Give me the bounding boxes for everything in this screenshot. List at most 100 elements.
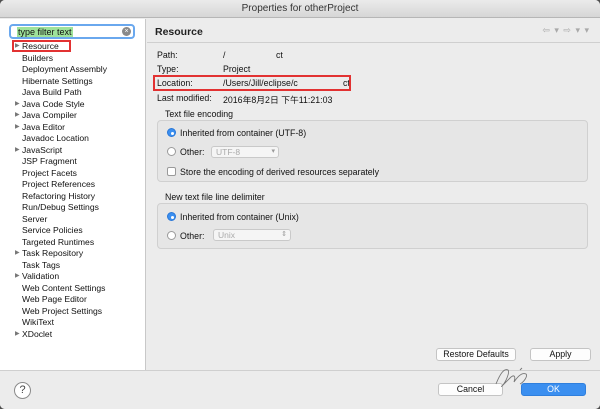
resource-highlight-box bbox=[12, 40, 71, 52]
tree-item[interactable]: JSP Fragment bbox=[0, 156, 146, 168]
expand-arrow-icon[interactable]: ▶ bbox=[15, 145, 20, 157]
tree-item[interactable]: Hibernate Settings bbox=[0, 76, 146, 88]
tree-item[interactable]: ▶ Java Code Style bbox=[0, 99, 146, 111]
encoding-inherited-radio[interactable] bbox=[167, 128, 176, 137]
tree-item-label: Hibernate Settings bbox=[22, 75, 93, 86]
restore-defaults-button[interactable]: Restore Defaults bbox=[436, 348, 516, 361]
tree-item-label: Java Editor bbox=[22, 121, 65, 132]
page-title: Resource bbox=[155, 26, 203, 38]
tree-item-label: XDoclet bbox=[22, 328, 53, 339]
type-row: Type: Project bbox=[147, 64, 600, 75]
modified-value: 2016年8月2日 下午11:21:03 bbox=[223, 95, 333, 105]
signature-watermark bbox=[495, 367, 527, 387]
tree-item[interactable]: WikiText bbox=[0, 317, 146, 329]
tree-item-label: Service Policies bbox=[22, 225, 83, 235]
tree-item-label: Java Compiler bbox=[22, 110, 77, 120]
preferences-tree-pane: type filter text × ▶ Resource Builders Depl… bbox=[0, 19, 146, 370]
modified-row: Last modified: 2016年8月2日 下午11:21:03 bbox=[147, 93, 600, 105]
tree-item[interactable]: Deployment Assembly bbox=[0, 64, 146, 76]
history-nav-icons[interactable]: ⇦ ▾ ⇨ ▾ ▾ bbox=[542, 25, 590, 36]
expand-arrow-icon[interactable]: ▶ bbox=[15, 329, 20, 341]
preferences-tree: ▶ Resource Builders Deployment Assembly Hibe… bbox=[0, 41, 146, 340]
type-value: Project bbox=[223, 64, 251, 74]
apply-button[interactable]: Apply bbox=[530, 348, 591, 361]
tree-item[interactable]: ▶ JavaScript bbox=[0, 145, 146, 157]
tree-item[interactable]: Web Project Settings bbox=[0, 306, 146, 318]
encoding-other-radio[interactable] bbox=[167, 147, 176, 156]
tree-item-label: Web Project Settings bbox=[22, 305, 103, 316]
expand-arrow-icon[interactable]: ▶ bbox=[15, 248, 20, 260]
store-encoding-label: Store the encoding of derived resources … bbox=[180, 167, 380, 177]
properties-dialog: Properties for otherProject type filter … bbox=[0, 0, 600, 409]
filter-input[interactable]: type filter text × bbox=[9, 24, 135, 39]
tree-item[interactable]: ▶ Java Compiler bbox=[0, 110, 146, 122]
clear-filter-icon[interactable]: × bbox=[122, 27, 131, 36]
tree-item-label: Targeted Runtimes bbox=[22, 236, 95, 247]
tree-item[interactable]: ▶ Task Repository bbox=[0, 248, 146, 260]
resource-page: Resource ⇦ ▾ ⇨ ▾ ▾ Path: / ct Type: Proj… bbox=[147, 19, 600, 370]
tree-item-label: Builders bbox=[22, 52, 54, 63]
type-label: Type: bbox=[157, 64, 179, 74]
expand-arrow-icon[interactable]: ▶ bbox=[15, 122, 20, 134]
tree-item[interactable]: Java Build Path bbox=[0, 87, 146, 99]
tree-item[interactable]: ▶ Java Editor bbox=[0, 122, 146, 134]
tree-item[interactable]: Project Facets bbox=[0, 168, 146, 180]
tree-item[interactable]: Server bbox=[0, 214, 146, 226]
tree-item[interactable]: Web Page Editor bbox=[0, 294, 146, 306]
path-value-end: ct bbox=[276, 50, 283, 60]
delimiter-other-label: Other: bbox=[180, 231, 205, 241]
expand-arrow-icon[interactable]: ▶ bbox=[15, 271, 20, 283]
tree-item[interactable]: Web Content Settings bbox=[0, 283, 146, 295]
encoding-other-label: Other: bbox=[180, 147, 205, 157]
tree-item[interactable]: Run/Debug Settings bbox=[0, 202, 146, 214]
delimiter-inherited-label: Inherited from container (Unix) bbox=[180, 212, 299, 222]
encoding-group-title: Text file encoding bbox=[165, 109, 233, 119]
tree-item-label: Web Content Settings bbox=[22, 282, 106, 293]
tree-item-label: Refactoring History bbox=[22, 190, 96, 201]
modified-label: Last modified: bbox=[157, 93, 212, 103]
store-encoding-checkbox[interactable] bbox=[167, 167, 176, 176]
tree-item-label: Javadoc Location bbox=[22, 133, 89, 143]
delimiter-other-radio[interactable] bbox=[167, 231, 176, 240]
delimiter-group-title: New text file line delimiter bbox=[165, 192, 265, 202]
window-title: Properties for otherProject bbox=[0, 0, 600, 18]
tree-item-label: Project Facets bbox=[22, 167, 77, 178]
tree-item[interactable]: Builders bbox=[0, 53, 146, 65]
tree-item[interactable]: Targeted Runtimes bbox=[0, 237, 146, 249]
tree-item[interactable]: ▶ Validation bbox=[0, 271, 146, 283]
encoding-other-value: UTF-8 bbox=[216, 147, 241, 157]
tree-item-label: Server bbox=[22, 213, 48, 224]
tree-item-label: Task Tags bbox=[22, 259, 61, 270]
tree-item[interactable]: Project References bbox=[0, 179, 146, 191]
tree-item-label: Deployment Assembly bbox=[22, 64, 108, 74]
redaction-mask bbox=[228, 51, 274, 60]
tree-item-label: Validation bbox=[22, 271, 60, 281]
help-icon[interactable]: ? bbox=[14, 382, 31, 399]
location-highlight-box bbox=[153, 75, 351, 91]
expand-arrow-icon[interactable]: ▶ bbox=[15, 110, 20, 122]
tree-item[interactable]: ▶ XDoclet bbox=[0, 329, 146, 341]
chevron-down-icon: ▾ bbox=[271, 148, 275, 155]
expand-arrow-icon[interactable]: ▶ bbox=[15, 99, 20, 111]
tree-item-label: Project References bbox=[22, 179, 96, 189]
encoding-other-select[interactable]: UTF-8 ▾ bbox=[211, 146, 279, 158]
delimiter-group bbox=[157, 203, 588, 249]
tree-item-label: Task Repository bbox=[22, 248, 84, 258]
delimiter-inherited-radio[interactable] bbox=[167, 212, 176, 221]
tree-item-label: Web Page Editor bbox=[22, 294, 87, 304]
delimiter-other-select[interactable]: Unix ⇕ bbox=[213, 229, 291, 241]
encoding-inherited-label: Inherited from container (UTF-8) bbox=[180, 128, 307, 138]
tree-item[interactable]: Service Policies bbox=[0, 225, 146, 237]
page-header: Resource ⇦ ▾ ⇨ ▾ ▾ bbox=[147, 19, 600, 43]
delimiter-other-value: Unix bbox=[218, 230, 236, 240]
tree-item-label: Run/Debug Settings bbox=[22, 202, 99, 212]
tree-item[interactable]: Task Tags bbox=[0, 260, 146, 272]
tree-item-label: JSP Fragment bbox=[22, 156, 77, 166]
path-value-start: / bbox=[223, 50, 226, 60]
tree-item[interactable]: Refactoring History bbox=[0, 191, 146, 203]
tree-item-label: Java Build Path bbox=[22, 87, 82, 97]
tree-item[interactable]: Javadoc Location bbox=[0, 133, 146, 145]
tree-item-label: WikiText bbox=[22, 317, 54, 327]
path-label: Path: bbox=[157, 50, 178, 60]
path-row: Path: / ct bbox=[147, 50, 600, 61]
